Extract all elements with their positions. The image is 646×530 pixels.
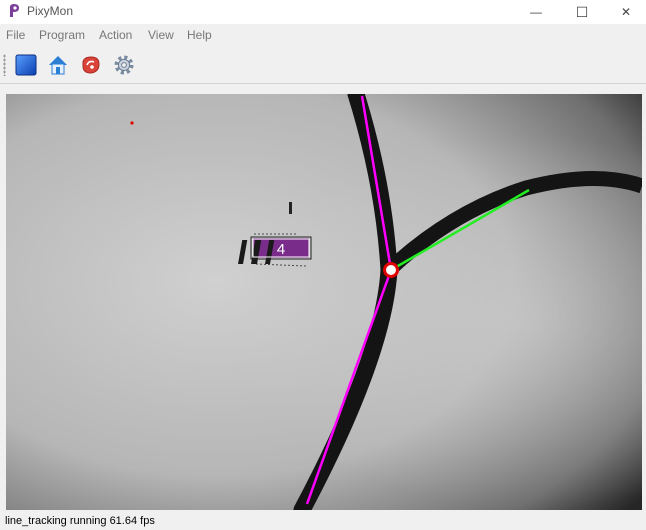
menu-action[interactable]: Action (99, 28, 132, 42)
steak-icon (82, 56, 100, 74)
barcode-label: 4 (277, 241, 285, 258)
toolbar-grip[interactable] (3, 54, 6, 76)
window-title: PixyMon (27, 4, 74, 18)
raw-video-button[interactable] (14, 53, 38, 77)
menu-help[interactable]: Help (187, 28, 212, 42)
maximize-button[interactable]: ☐ (560, 0, 604, 24)
pixy-logo-icon (10, 4, 19, 17)
minimize-button[interactable]: — (514, 0, 558, 24)
menu-bar: File Program Action View Help (0, 24, 646, 46)
home-button[interactable] (46, 53, 70, 77)
title-bar: PixyMon — ☐ ✕ (0, 0, 646, 24)
gear-icon (114, 55, 134, 75)
close-button[interactable]: ✕ (604, 0, 646, 24)
raw-video-icon (15, 54, 37, 76)
intersection-marker (383, 262, 399, 278)
toolbar (0, 46, 646, 84)
status-text: line_tracking running 61.64 fps (5, 515, 155, 527)
noise-dot (130, 121, 134, 125)
home-icon (49, 56, 67, 75)
camera-video-view[interactable]: 4 (6, 94, 642, 510)
menu-program[interactable]: Program (39, 28, 85, 42)
color-signature-button[interactable] (79, 53, 103, 77)
menu-view[interactable]: View (148, 28, 174, 42)
status-bar: line_tracking running 61.64 fps (0, 510, 646, 530)
menu-file[interactable]: File (6, 28, 25, 42)
configure-button[interactable] (112, 53, 136, 77)
